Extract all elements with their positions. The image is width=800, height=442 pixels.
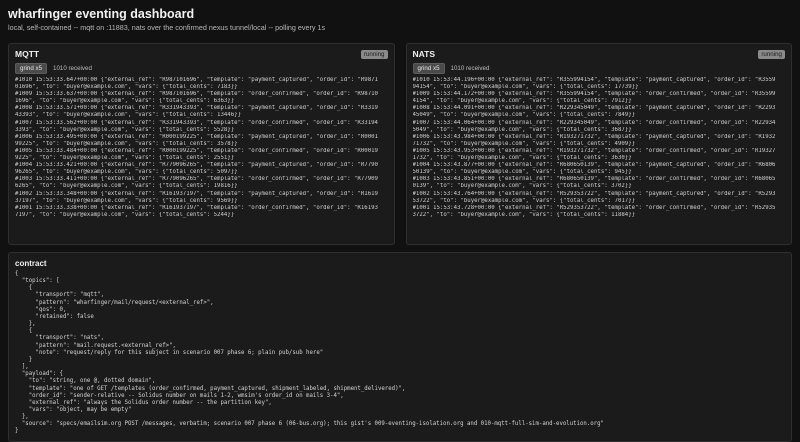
page-title: wharfinger eventing dashboard [8, 7, 195, 21]
code-line: "template": "one of GET /templates (orde… [15, 385, 406, 392]
log-line: 3393", "to": "buyer@example.com", "vars"… [15, 126, 235, 133]
code-line: } [15, 356, 33, 363]
log-line: #1010 15:53:44.196+00:00 {"external_ref"… [412, 77, 776, 83]
code-line: "to": "string, one @, dotted domain", [15, 378, 156, 385]
log-line: #1004 15:53:43.877+00:00 {"external_ref"… [412, 162, 776, 169]
log-line: #1001 15:53:43.728+00:00 {"external_ref"… [412, 204, 776, 211]
mqtt-panel-title: MQTT [15, 49, 40, 59]
log-line: 43393", "to": "buyer@example.com", "vars… [15, 112, 241, 119]
code-line: "pattern": "wharfinger/mail/request/<ext… [15, 299, 214, 306]
contract-panel: contract { "topics": [ { "transport": "m… [8, 252, 792, 442]
log-line: #1002 15:53:43.764+00:00 {"external_ref"… [412, 190, 776, 197]
code-line: "transport": "nats", [15, 335, 105, 342]
log-line: 71732", "to": "buyer@example.com", "vars… [412, 140, 636, 147]
code-line: "topics": [ [15, 278, 60, 285]
log-line: 6265", "to": "buyer@example.com", "vars"… [15, 183, 238, 190]
code-line: "transport": "mqtt", [15, 292, 105, 299]
nats-panel-title: NATS [412, 49, 436, 59]
code-line: "pattern": "mail.request.<external_ref>"… [15, 342, 176, 349]
log-line: 37197", "to": "buyer@example.com", "vars… [15, 197, 238, 204]
code-line: "payload": { [15, 371, 63, 378]
code-line: { [15, 271, 19, 277]
contract-json[interactable]: { "topics": [ { "transport": "mqtt", "pa… [15, 271, 785, 436]
code-line: "note": "request/reply for this subject … [15, 349, 324, 356]
log-line: #1005 15:53:33.484+00:00 {"external_ref"… [15, 147, 378, 154]
nats-controls: grind x5 1010 received [412, 63, 786, 74]
nats-status-badge: running [758, 49, 785, 59]
log-line: #1007 15:53:33.562+00:00 {"external_ref"… [15, 119, 378, 126]
nats-message-log[interactable]: #1010 15:53:44.196+00:00 {"external_ref"… [413, 77, 786, 219]
mqtt-message-log[interactable]: #1010 15:53:33.647+00:00 {"external_ref"… [15, 77, 388, 219]
log-line: 5049", "to": "buyer@example.com", "vars"… [412, 126, 632, 133]
code-line: "order_id": "sender-relative -- Solidus … [15, 392, 344, 399]
transport-panels: MQTT running grind x5 1010 received #101… [8, 43, 792, 245]
log-line: 9225", "to": "buyer@example.com", "vars"… [15, 155, 235, 162]
log-line: 4154", "to": "buyer@example.com", "vars"… [412, 98, 632, 105]
nats-grind-button[interactable]: grind x5 [412, 63, 445, 74]
log-line: 94154", "to": "buyer@example.com", "vars… [412, 84, 639, 91]
dashboard: wharfinger eventing dashboard local, sel… [0, 0, 800, 442]
log-line: 45049", "to": "buyer@example.com", "vars… [412, 112, 636, 119]
log-line: 96265", "to": "buyer@example.com", "vars… [15, 169, 238, 176]
nats-panel-header: NATS running [412, 48, 785, 60]
log-line: #1003 15:53:43.851+00:00 {"external_ref"… [412, 176, 776, 183]
log-line: #1005 15:53:43.953+00:00 {"external_ref"… [412, 147, 776, 154]
code-line: ], [15, 364, 29, 371]
code-line: { [15, 285, 33, 292]
log-line: #1009 15:53:33.637+00:00 {"external_ref"… [15, 91, 378, 98]
mqtt-panel-header: MQTT running [15, 48, 388, 60]
code-line: { [15, 328, 33, 335]
code-line: "source": "specs/emailsim.org POST /mess… [15, 421, 604, 428]
contract-title: contract [15, 259, 47, 268]
log-line: #1007 15:53:44.064+00:00 {"external_ref"… [412, 119, 776, 126]
log-line: 53722", "to": "buyer@example.com", "vars… [412, 197, 636, 204]
log-line: #1004 15:53:33.421+00:00 {"external_ref"… [15, 162, 378, 169]
code-line: "external_ref": "always the Solidus orde… [15, 399, 272, 406]
log-line: #1008 15:53:44.091+00:00 {"external_ref"… [412, 105, 776, 112]
mqtt-panel: MQTT running grind x5 1010 received #101… [8, 43, 395, 245]
nats-received-count: 1010 received [450, 65, 490, 72]
log-line: 7197", "to": "buyer@example.com", "vars"… [15, 211, 235, 218]
log-line: #1006 15:53:33.495+00:00 {"external_ref"… [15, 133, 378, 140]
log-line: #1001 15:53:33.338+00:00 {"external_ref"… [15, 204, 378, 211]
code-line: "retained": false [15, 313, 94, 320]
log-line: #1010 15:53:33.647+00:00 {"external_ref"… [15, 77, 378, 83]
nats-panel: NATS running grind x5 1010 received #101… [405, 43, 792, 245]
mqtt-received-count: 1010 received [53, 65, 92, 72]
mqtt-status-badge: running [360, 49, 388, 59]
page-subtitle: local, self-contained -- mqtt on :11883,… [8, 23, 326, 32]
code-line: }, [15, 321, 36, 328]
mqtt-controls: grind x5 1010 received [15, 63, 388, 74]
log-line: 3722", "to": "buyer@example.com", "vars"… [412, 211, 636, 218]
log-line: #1009 15:53:44.172+00:00 {"external_ref"… [412, 91, 776, 98]
log-line: #1003 15:53:33.411+00:00 {"external_ref"… [15, 176, 378, 183]
code-line: "vars": "object, may be empty" [15, 406, 132, 413]
log-line: 1732", "to": "buyer@example.com", "vars"… [412, 155, 632, 162]
log-line: 1696", "to": "buyer@example.com", "vars"… [15, 98, 235, 105]
log-line: #1006 15:53:43.984+00:00 {"external_ref"… [412, 133, 776, 140]
log-line: 50139", "to": "buyer@example.com", "vars… [412, 169, 632, 176]
code-line: "qos": 0, [15, 306, 67, 313]
log-line: #1008 15:53:33.571+00:00 {"external_ref"… [15, 105, 378, 112]
mqtt-grind-button[interactable]: grind x5 [15, 63, 48, 74]
code-line: }, [15, 414, 29, 421]
log-line: 99225", "to": "buyer@example.com", "vars… [15, 140, 238, 147]
log-line: 01696", "to": "buyer@example.com", "vars… [15, 84, 238, 91]
log-line: #1002 15:53:33.348+00:00 {"external_ref"… [15, 190, 378, 197]
log-line: 0139", "to": "buyer@example.com", "vars"… [412, 183, 632, 190]
